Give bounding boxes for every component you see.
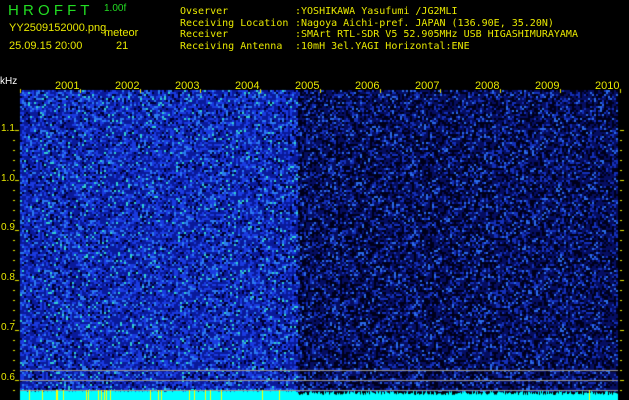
datetime: 25.09.15 20:00: [9, 40, 83, 52]
info-label: Receiving Antenna: [180, 40, 283, 52]
y-tick-label: 0.9: [1, 222, 15, 233]
x-tick-label: 2009: [535, 80, 560, 92]
x-tick-label: 2008: [475, 80, 500, 92]
y-tick-label: 0.6: [1, 372, 15, 383]
x-tick-label: 2007: [415, 80, 440, 92]
info-value: :Nagoya Aichi-pref. JAPAN (136.90E, 35.2…: [295, 17, 554, 29]
x-tick-label: 2001: [55, 80, 80, 92]
x-tick-label: 2005: [295, 80, 320, 92]
y-unit: kHz: [0, 76, 18, 87]
info-label: Receiving Location: [180, 17, 289, 29]
info-label: Ovserver: [180, 6, 229, 17]
filename: YY2509152000.png: [9, 22, 107, 34]
meteor-label: meteor: [104, 27, 139, 39]
x-tick-label: 2010: [595, 80, 620, 92]
y-tick-label: 1.0: [1, 173, 15, 184]
x-tick-label: 2004: [235, 80, 260, 92]
y-tick-label: 0.7: [1, 322, 15, 333]
info-value: :SMArt RTL-SDR V5 52.905MHz USB HIGASHIM…: [295, 29, 578, 40]
info-label: Receiver: [180, 29, 229, 40]
meteor-count: 21: [116, 40, 129, 52]
y-tick-label: 0.8: [1, 272, 15, 283]
x-tick-label: 2003: [175, 80, 200, 92]
info-value: :10mH 3el.YAGI Horizontal:ENE: [295, 40, 470, 52]
info-value: :YOSHIKAWA Yasufumi /JG2MLI: [295, 6, 458, 17]
app-title: H R O F F T: [8, 2, 90, 19]
x-tick-label: 2002: [115, 80, 140, 92]
version: 1.00f: [104, 3, 127, 14]
spectrogram: [0, 0, 629, 400]
x-tick-label: 2006: [355, 80, 380, 92]
y-tick-label: 1.1: [1, 123, 15, 134]
